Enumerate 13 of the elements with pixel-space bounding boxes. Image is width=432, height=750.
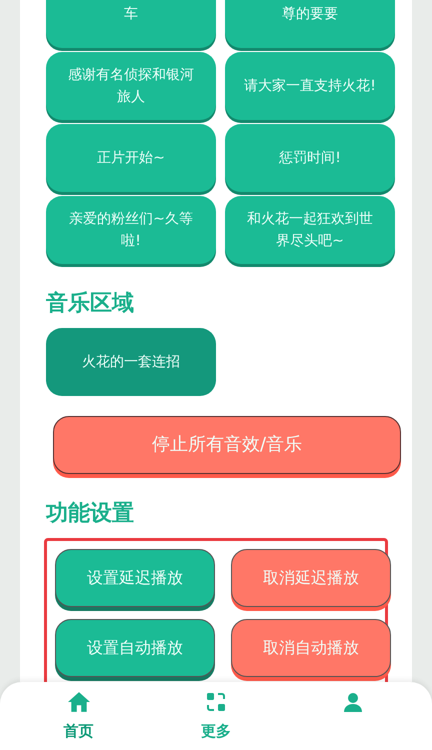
sound-button[interactable]: 请大家一直支持火花!: [225, 52, 395, 120]
sound-button[interactable]: 正片开始~: [46, 124, 216, 192]
sound-button[interactable]: 车: [46, 0, 216, 48]
sound-button[interactable]: 感谢有名侦探和银河旅人: [46, 52, 216, 120]
sound-button[interactable]: 亲爱的粉丝们~久等啦!: [46, 196, 216, 264]
nav-tab[interactable]: 更多: [176, 690, 256, 750]
sound-button[interactable]: 和火花一起狂欢到世界尽头吧~: [225, 196, 395, 264]
music-button[interactable]: 火花的一套连招: [46, 328, 216, 396]
nav-tab[interactable]: 首页: [38, 690, 119, 750]
sound-button[interactable]: 惩罚时间!: [225, 124, 395, 192]
sound-button[interactable]: 尊的要要: [225, 0, 395, 48]
section-title: 音乐区域: [46, 290, 135, 318]
section-title: 功能设置: [46, 500, 135, 528]
